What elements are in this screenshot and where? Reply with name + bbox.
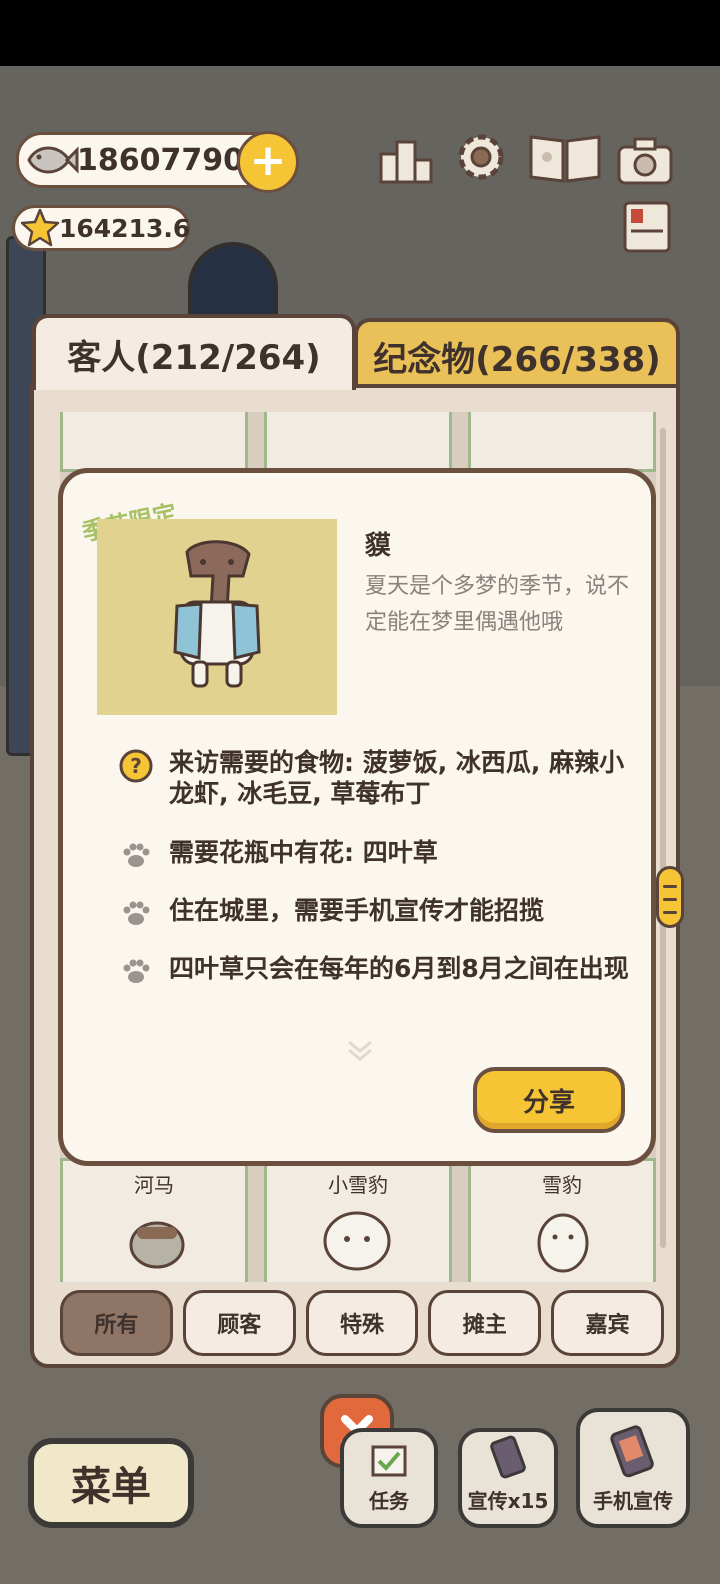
guest-cell[interactable] <box>60 412 248 472</box>
ranking-icon[interactable] <box>376 130 438 188</box>
guest-cell-label: 雪豹 <box>542 1173 582 1197</box>
task-label: 任务 <box>369 1489 409 1513</box>
filter-customers[interactable]: 顾客 <box>182 1290 296 1356</box>
checklist-icon <box>371 1445 407 1477</box>
filter-vendors[interactable]: 摊主 <box>428 1290 542 1356</box>
paw-icon <box>119 897 153 931</box>
book-icon[interactable] <box>526 128 604 186</box>
tab-guests[interactable]: 客人(212/264) <box>32 314 356 390</box>
guest-cell-label: 河马 <box>134 1173 174 1197</box>
hippo-figure <box>129 1221 185 1269</box>
promo-label: 宣传x15 <box>467 1489 549 1513</box>
notebook-icon[interactable] <box>616 198 678 256</box>
grid-scrollbar[interactable] <box>660 428 666 1248</box>
guest-name: 貘 <box>365 531 392 561</box>
fish-icon <box>23 140 79 180</box>
star-icon <box>19 207 61 249</box>
promo-button[interactable]: 宣传x15 <box>458 1428 558 1528</box>
fish-currency-bar: 18607790 + <box>16 131 299 193</box>
filter-row: 所有 顾客 特殊 摊主 嘉宾 <box>60 1290 664 1358</box>
requirement-text: 来访需要的食物: 菠萝饭, 冰西瓜, 麻辣小龙虾, 冰毛豆, 草莓布丁 <box>169 748 625 808</box>
filter-all[interactable]: 所有 <box>60 1290 173 1356</box>
snow-leopard-figure <box>537 1213 589 1273</box>
paw-icon <box>119 839 153 873</box>
tab-souvenirs-label: 纪念物(266/338) <box>373 339 661 380</box>
guest-cell[interactable] <box>468 412 656 472</box>
guest-cell[interactable]: 河马 <box>60 1158 248 1282</box>
guest-detail-card: 季节限定 貘 夏天是个多梦的季节，说不定能在梦里偶遇他哦 ? 来访需要的食物: … <box>58 468 656 1166</box>
star-count: 164213.6 <box>59 213 191 243</box>
question-icon: ? <box>119 749 153 783</box>
scroll-handle[interactable] <box>656 866 684 928</box>
phone-icon <box>490 1435 526 1479</box>
snow-leopard-cub-figure <box>323 1211 391 1271</box>
filter-special[interactable]: 特殊 <box>305 1290 419 1356</box>
requirement-text: 需要花瓶中有花: 四叶草 <box>169 838 438 867</box>
svg-text:?: ? <box>130 754 142 778</box>
guest-cell[interactable] <box>264 412 452 472</box>
fish-count: 18607790 <box>77 142 244 178</box>
phone-icon <box>610 1425 654 1478</box>
filter-guests[interactable]: 嘉宾 <box>551 1290 664 1356</box>
plus-icon[interactable]: + <box>237 131 299 193</box>
menu-button[interactable]: 菜单 <box>28 1438 194 1528</box>
tapir-figure <box>173 540 261 688</box>
requirement-item: 需要花瓶中有花: 四叶草 <box>119 837 639 873</box>
camera-icon[interactable] <box>614 132 676 190</box>
guest-description: 夏天是个多梦的季节，说不定能在梦里偶遇他哦 <box>365 574 630 635</box>
tab-guests-label: 客人(212/264) <box>67 337 321 378</box>
phone-promo-button[interactable]: 手机宣传 <box>576 1408 690 1528</box>
requirement-item: 四叶草只会在每年的6月到8月之间在出现 <box>119 953 639 989</box>
tab-souvenirs[interactable]: 纪念物(266/338) <box>354 318 680 390</box>
phone-promo-label: 手机宣传 <box>593 1489 673 1513</box>
task-button[interactable]: 任务 <box>340 1428 438 1528</box>
requirement-item: ? 来访需要的食物: 菠萝饭, 冰西瓜, 麻辣小龙虾, 冰毛豆, 草莓布丁 <box>119 747 639 809</box>
chevron-down-icon <box>348 1040 372 1061</box>
share-button[interactable]: 分享 <box>473 1067 625 1133</box>
guest-cell[interactable]: 小雪豹 <box>264 1158 452 1282</box>
guest-cell[interactable]: 雪豹 <box>468 1158 656 1282</box>
requirement-item: 住在城里，需要手机宣传才能招揽 <box>119 895 639 931</box>
gear-icon[interactable] <box>450 128 512 186</box>
requirement-text: 四叶草只会在每年的6月到8月之间在出现 <box>169 954 629 983</box>
guest-portrait <box>97 519 337 715</box>
star-currency-bar: 164213.6 <box>12 205 190 251</box>
guest-cell-label: 小雪豹 <box>328 1173 388 1197</box>
paw-icon <box>119 955 153 989</box>
requirement-text: 住在城里，需要手机宣传才能招揽 <box>169 896 545 925</box>
